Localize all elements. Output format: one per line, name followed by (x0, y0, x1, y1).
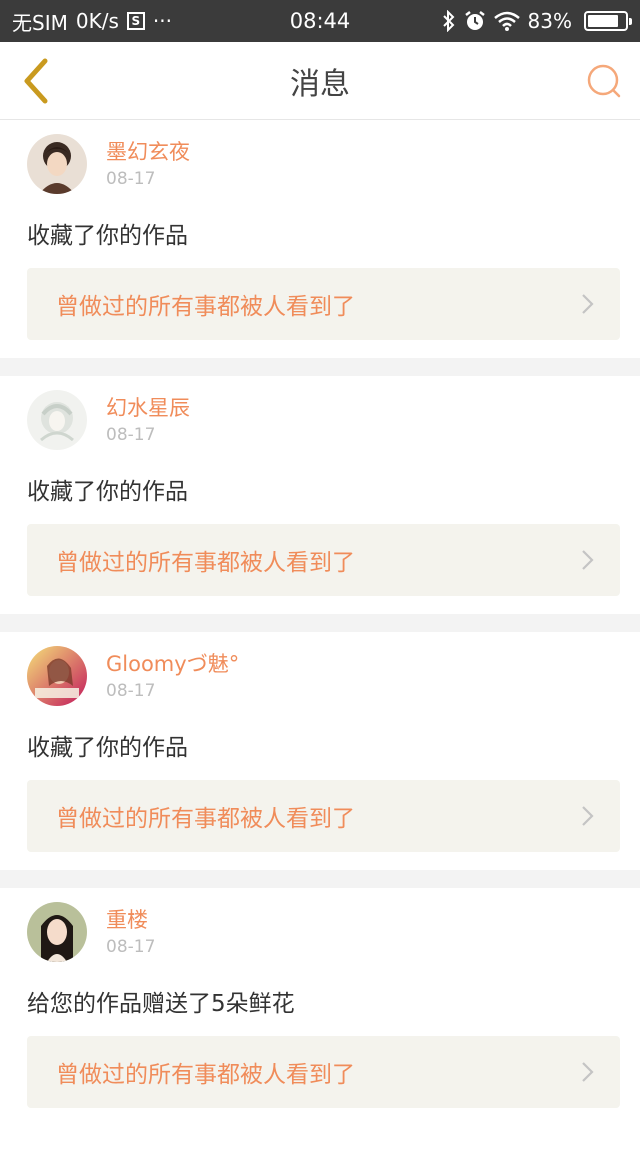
divider (0, 614, 640, 632)
bluetooth-icon (442, 10, 454, 32)
battery-percent: 83% (527, 9, 572, 33)
page-title: 消息 (290, 66, 350, 102)
nav-bar: 消息 (0, 42, 640, 120)
avatar[interactable] (27, 134, 87, 194)
username[interactable]: Gloomyづ魅° (106, 651, 239, 677)
message-date: 08-17 (106, 169, 156, 189)
chevron-right-icon (582, 550, 594, 570)
work-link[interactable]: 曾做过的所有事都被人看到了 (27, 524, 620, 596)
avatar[interactable] (27, 390, 87, 450)
message-date: 08-17 (106, 425, 156, 445)
username[interactable]: 墨幻玄夜 (106, 139, 190, 165)
divider (0, 358, 640, 376)
user-info: 幻水星辰 08-17 (106, 395, 190, 445)
status-left: 无SIM 0K/s S ··· (12, 7, 172, 36)
work-title: 曾做过的所有事都被人看到了 (56, 550, 355, 576)
work-link[interactable]: 曾做过的所有事都被人看到了 (27, 1036, 620, 1108)
action-text: 收藏了你的作品 (27, 223, 188, 249)
message-item: 重楼 08-17 给您的作品赠送了5朵鲜花 曾做过的所有事都被人看到了 (0, 888, 640, 1126)
work-title: 曾做过的所有事都被人看到了 (56, 806, 355, 832)
battery-icon (584, 11, 632, 31)
message-header: 墨幻玄夜 08-17 (27, 134, 620, 194)
username[interactable]: 幻水星辰 (106, 395, 190, 421)
carrier-text: 无SIM (12, 10, 68, 35)
message-item: 墨幻玄夜 08-17 收藏了你的作品 曾做过的所有事都被人看到了 (0, 120, 640, 358)
wifi-icon (493, 11, 520, 31)
chevron-right-icon (582, 1062, 594, 1082)
avatar[interactable] (27, 646, 87, 706)
message-list: 墨幻玄夜 08-17 收藏了你的作品 曾做过的所有事都被人看到了 幻水星辰 08… (0, 120, 640, 1126)
message-header: 幻水星辰 08-17 (27, 390, 620, 450)
work-link[interactable]: 曾做过的所有事都被人看到了 (27, 780, 620, 852)
search-icon (587, 64, 621, 97)
more-dots: ··· (152, 9, 172, 33)
network-speed: 0K/s (75, 9, 119, 33)
message-date: 08-17 (106, 937, 156, 957)
work-link[interactable]: 曾做过的所有事都被人看到了 (27, 268, 620, 340)
divider (0, 870, 640, 888)
message-header: Gloomyづ魅° 08-17 (27, 646, 620, 706)
user-info: 重楼 08-17 (106, 907, 155, 957)
user-info: 墨幻玄夜 08-17 (106, 139, 190, 189)
username[interactable]: 重楼 (106, 907, 155, 933)
search-button[interactable] (582, 57, 626, 105)
message-item: Gloomyづ魅° 08-17 收藏了你的作品 曾做过的所有事都被人看到了 (0, 632, 640, 870)
status-right: 83% (442, 9, 632, 33)
action-text: 给您的作品赠送了5朵鲜花 (27, 991, 295, 1017)
user-info: Gloomyづ魅° 08-17 (106, 651, 239, 701)
back-button[interactable] (14, 57, 58, 105)
action-text: 收藏了你的作品 (27, 479, 188, 505)
chevron-right-icon (582, 806, 594, 826)
sim-icon: S (126, 12, 145, 30)
work-title: 曾做过的所有事都被人看到了 (56, 1062, 355, 1088)
message-header: 重楼 08-17 (27, 902, 620, 962)
chevron-right-icon (582, 294, 594, 314)
back-arrow-icon (24, 58, 48, 103)
status-bar: 无SIM 0K/s S ··· 08:44 83% (0, 0, 640, 42)
message-date: 08-17 (106, 681, 156, 701)
alarm-icon (464, 11, 485, 30)
action-text: 收藏了你的作品 (27, 735, 188, 761)
avatar[interactable] (27, 902, 87, 962)
work-title: 曾做过的所有事都被人看到了 (56, 294, 355, 320)
message-item: 幻水星辰 08-17 收藏了你的作品 曾做过的所有事都被人看到了 (0, 376, 640, 614)
battery-level (588, 15, 618, 27)
